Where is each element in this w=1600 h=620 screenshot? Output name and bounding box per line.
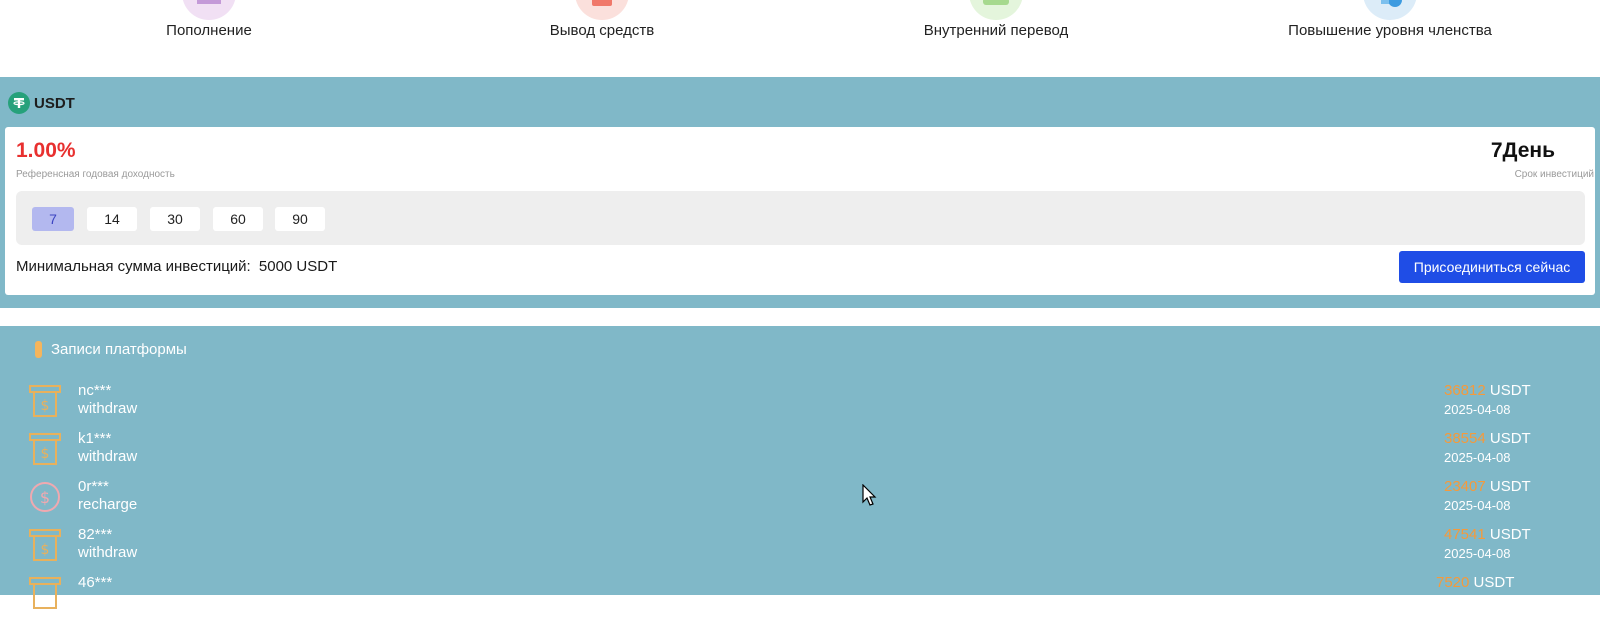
record-amount: 47541 USDT (1444, 526, 1531, 543)
day-option-30[interactable]: 30 (150, 207, 200, 231)
amount-unit: USDT (1489, 430, 1531, 447)
dollar-coin-icon: $ (30, 482, 60, 512)
join-now-button[interactable]: Присоединиться сейчас (1399, 251, 1585, 283)
record-user: 0r*** (78, 478, 109, 495)
record-user: k1*** (78, 430, 112, 447)
record-type: withdraw (78, 544, 138, 561)
record-amount: 23407 USDT (1444, 478, 1531, 495)
term-label: Срок инвестиций (1514, 169, 1594, 180)
svg-text:$: $ (41, 446, 50, 462)
upgrade-label: Повышение уровня членства (1288, 22, 1492, 39)
amount-unit: USDT (1489, 382, 1531, 399)
record-user: 46*** (78, 574, 113, 591)
day-option-14[interactable]: 14 (87, 207, 137, 231)
deposit-action[interactable]: Пополнение (79, 0, 339, 77)
min-investment-value: 5000 USDT (258, 258, 338, 275)
term-value: 7День (1490, 139, 1555, 162)
upgrade-action[interactable]: Повышение уровня членства (1260, 0, 1520, 77)
record-row: $ k1*** withdraw 38554 USDT 2025-04-08 (0, 430, 1600, 476)
withdraw-action[interactable]: Вывод средств (472, 0, 732, 77)
term-selector: 7 14 30 60 90 (16, 191, 1585, 245)
platform-records: Записи платформы $ nc*** withdraw 36812 … (0, 326, 1600, 609)
mouse-cursor-icon (862, 484, 877, 506)
record-amount: 36812 USDT (1444, 382, 1531, 399)
atm-cash-icon: $ (29, 385, 61, 417)
amount-value: 47541 (1444, 526, 1486, 543)
coin-name: USDT (34, 94, 75, 112)
record-type: recharge (78, 496, 138, 513)
record-date: 2025-04-08 (1444, 450, 1511, 465)
record-row: $ nc*** withdraw 36812 USDT 2025-04-08 (0, 382, 1600, 428)
record-type: withdraw (78, 400, 138, 417)
tether-icon (8, 92, 30, 114)
atm-cash-icon (29, 577, 61, 609)
annual-rate-label: Референсная годовая доходность (16, 169, 175, 180)
amount-value: 23407 (1444, 478, 1486, 495)
title-accent-bar (35, 341, 42, 358)
svg-text:$: $ (40, 488, 50, 507)
records-header: Записи платформы (35, 341, 187, 358)
record-date: 2025-04-08 (1444, 402, 1511, 417)
day-option-60[interactable]: 60 (213, 207, 263, 231)
annual-rate: 1.00% (16, 139, 76, 162)
transfer-action[interactable]: Внутренний перевод (866, 0, 1126, 77)
transfer-icon (969, 0, 1023, 20)
deposit-label: Пополнение (166, 22, 252, 39)
record-row: 46*** 7520 USDT (0, 574, 1600, 620)
withdraw-icon (575, 0, 629, 20)
section-divider (0, 308, 1600, 326)
amount-unit: USDT (1489, 478, 1531, 495)
upgrade-icon (1363, 0, 1417, 20)
atm-cash-icon: $ (29, 433, 61, 465)
record-user: nc*** (78, 382, 112, 399)
record-type: withdraw (78, 448, 138, 465)
withdraw-label: Вывод средств (549, 22, 655, 39)
amount-value: 38554 (1444, 430, 1486, 447)
record-row: $ 82*** withdraw 47541 USDT 2025-04-08 (0, 526, 1600, 572)
amount-value: 7520 (1436, 574, 1470, 591)
svg-text:$: $ (41, 398, 50, 414)
record-user: 82*** (78, 526, 113, 543)
svg-text:$: $ (41, 542, 50, 558)
records-title: Записи платформы (51, 341, 187, 358)
record-date: 2025-04-08 (1444, 498, 1511, 513)
amount-unit: USDT (1473, 574, 1515, 591)
record-date: 2025-04-08 (1444, 546, 1511, 561)
min-investment-label: Минимальная сумма инвестиций: (16, 258, 251, 275)
day-option-90[interactable]: 90 (275, 207, 325, 231)
coin-header: USDT (8, 91, 75, 115)
record-row: $ 0r*** recharge 23407 USDT 2025-04-08 (0, 478, 1600, 524)
amount-value: 36812 (1444, 382, 1486, 399)
record-amount: 38554 USDT (1444, 430, 1531, 447)
atm-cash-icon: $ (29, 529, 61, 561)
amount-unit: USDT (1489, 526, 1531, 543)
transfer-label: Внутренний перевод (923, 22, 1069, 39)
record-amount: 7520 USDT (1436, 574, 1514, 591)
day-option-7[interactable]: 7 (32, 207, 74, 231)
product-section: USDT 1.00% Референсная годовая доходност… (0, 77, 1600, 308)
product-card: 1.00% Референсная годовая доходность 7Де… (5, 127, 1595, 295)
deposit-icon (182, 0, 236, 20)
quick-actions: Пополнение Вывод средств Внутренний пере… (0, 0, 1600, 77)
min-investment: Минимальная сумма инвестиций: 5000 USDT (16, 258, 337, 275)
